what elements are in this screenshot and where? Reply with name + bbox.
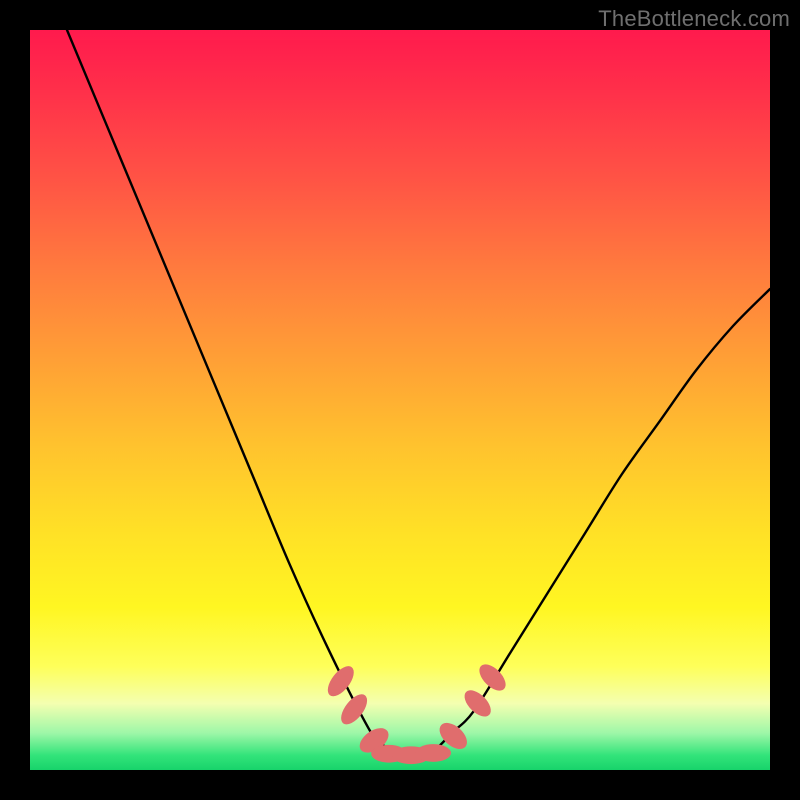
curve-marker: [323, 662, 359, 701]
chart-plot-area: [30, 30, 770, 770]
curve-marker: [475, 660, 511, 696]
chart-svg: [30, 30, 770, 770]
bottleneck-curve: [67, 30, 770, 757]
chart-frame: TheBottleneck.com: [0, 0, 800, 800]
curve-marker: [460, 686, 496, 722]
curve-marker: [416, 744, 452, 762]
watermark-text: TheBottleneck.com: [598, 6, 790, 32]
curve-markers: [323, 660, 510, 764]
